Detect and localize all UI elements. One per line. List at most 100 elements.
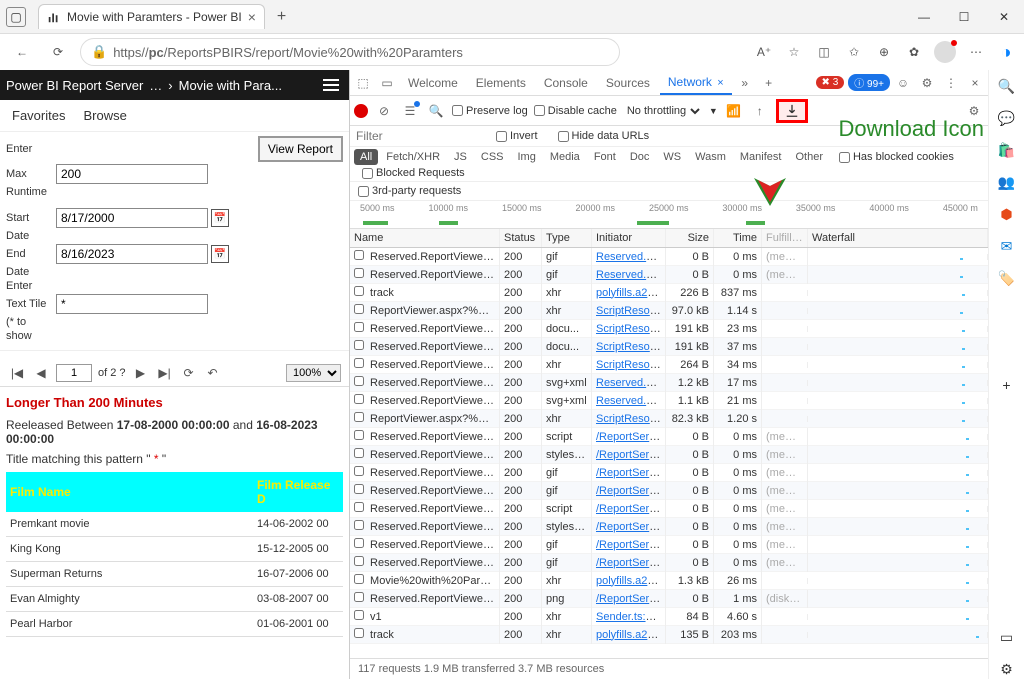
add-sidebar-icon[interactable]: + — [997, 375, 1017, 395]
end-date-input[interactable] — [56, 244, 208, 264]
network-row[interactable]: Reserved.ReportViewerWe... 200 stylesh..… — [350, 446, 988, 464]
max-runtime-input[interactable] — [56, 164, 208, 184]
collapse-icon[interactable]: ▭ — [997, 627, 1017, 647]
col-status[interactable]: Status — [500, 229, 542, 247]
blocked-cookies-checkbox[interactable]: Has blocked cookies — [839, 151, 954, 163]
read-aloud-icon[interactable]: A⁺ — [754, 42, 774, 62]
network-row[interactable]: Movie%20with%20Paramte... 200 xhr polyfi… — [350, 572, 988, 590]
chat-icon[interactable]: 💬 — [997, 108, 1017, 128]
network-row[interactable]: v1 200 xhr Sender.ts:421 84 B 4.60 s — [350, 608, 988, 626]
col-size[interactable]: Size — [666, 229, 714, 247]
type-pill-ws[interactable]: WS — [657, 149, 687, 165]
type-pill-manifest[interactable]: Manifest — [734, 149, 788, 165]
network-row[interactable]: Reserved.ReportViewerWe... 200 docu... S… — [350, 320, 988, 338]
tab-network[interactable]: Network × — [660, 71, 732, 95]
view-report-button[interactable]: View Report — [258, 136, 343, 162]
people-icon[interactable]: 👥 — [997, 172, 1017, 192]
col-initiator[interactable]: Initiator — [592, 229, 666, 247]
search-icon[interactable]: 🔍 — [426, 101, 446, 121]
table-row[interactable]: Premkant movie14-06-2002 00 — [6, 512, 343, 537]
device-icon[interactable]: ▭ — [376, 72, 398, 94]
url-input[interactable]: 🔒 https//pc/ReportsPBIRS/report/Movie%20… — [80, 38, 620, 66]
third-party-checkbox[interactable]: 3rd-party requests — [358, 185, 980, 197]
copilot-icon[interactable]: ◑ — [996, 42, 1016, 62]
last-page-button[interactable]: ▶| — [156, 364, 174, 382]
refresh-button[interactable]: ⟳ — [44, 38, 72, 66]
calendar-icon[interactable]: 📅 — [211, 245, 229, 263]
nav-favorites[interactable]: Favorites — [12, 108, 65, 123]
breadcrumb-current[interactable]: Movie with Para... — [179, 78, 282, 93]
close-icon[interactable]: × — [717, 77, 723, 89]
network-row[interactable]: Reserved.ReportViewerWe... 200 script /R… — [350, 428, 988, 446]
preserve-log-checkbox[interactable]: Preserve log — [452, 105, 528, 117]
calendar-icon[interactable]: 📅 — [211, 209, 229, 227]
network-row[interactable]: track 200 xhr polyfills.a21af... 226 B 8… — [350, 284, 988, 302]
hide-data-urls-checkbox[interactable]: Hide data URLs — [558, 130, 650, 142]
network-row[interactable]: Reserved.ReportViewerWe... 200 stylesh..… — [350, 518, 988, 536]
tab-elements[interactable]: Elements — [468, 72, 534, 94]
add-tab-icon[interactable]: + — [758, 72, 780, 94]
menu-icon[interactable]: ⋯ — [966, 42, 986, 62]
new-tab-button[interactable]: + — [269, 8, 294, 26]
type-pill-wasm[interactable]: Wasm — [689, 149, 732, 165]
type-pill-img[interactable]: Img — [512, 149, 542, 165]
tab-welcome[interactable]: Welcome — [400, 72, 466, 94]
close-icon[interactable]: × — [248, 9, 256, 25]
type-pill-css[interactable]: CSS — [475, 149, 510, 165]
table-row[interactable]: Pearl Harbor01-06-2001 00 — [6, 612, 343, 637]
table-row[interactable]: Evan Almighty03-08-2007 00 — [6, 587, 343, 612]
wifi-icon[interactable]: 📶 — [724, 101, 744, 121]
refresh-report-button[interactable]: ⟳ — [180, 364, 198, 382]
blocked-requests-checkbox[interactable]: Blocked Requests — [362, 167, 465, 179]
back-report-button[interactable]: ↶ — [204, 364, 222, 382]
close-devtools-icon[interactable]: × — [964, 72, 986, 94]
network-timeline[interactable]: 5000 ms10000 ms15000 ms20000 ms25000 ms3… — [350, 201, 988, 229]
minimize-button[interactable]: ― — [904, 2, 944, 32]
invert-checkbox[interactable]: Invert — [496, 130, 538, 142]
type-pill-all[interactable]: All — [354, 149, 378, 165]
server-label[interactable]: Power BI Report Server — [6, 78, 143, 93]
next-page-button[interactable]: ▶ — [132, 364, 150, 382]
network-row[interactable]: Reserved.ReportViewerWe... 200 script /R… — [350, 500, 988, 518]
network-filter-input[interactable] — [356, 129, 476, 143]
network-row[interactable]: Reserved.ReportViewerWe... 200 docu... S… — [350, 338, 988, 356]
network-row[interactable]: Reserved.ReportViewerWe... 200 gif /Repo… — [350, 554, 988, 572]
profile-avatar[interactable] — [934, 41, 956, 63]
error-badge[interactable]: ✖ 3 — [816, 76, 845, 89]
info-badge[interactable]: ⓘ 99+ — [848, 74, 890, 91]
gear-icon[interactable]: ⚙ — [916, 72, 938, 94]
type-pill-other[interactable]: Other — [789, 149, 829, 165]
type-pill-js[interactable]: JS — [448, 149, 473, 165]
chevron-down-icon[interactable]: ▼ — [709, 106, 718, 116]
download-button[interactable] — [776, 99, 808, 123]
browser-tab[interactable]: Movie with Paramters - Power BI × — [38, 4, 265, 29]
close-button[interactable]: ✕ — [984, 2, 1024, 32]
feedback-icon[interactable]: ☺ — [892, 72, 914, 94]
upload-icon[interactable]: ↑ — [750, 101, 770, 121]
type-pill-font[interactable]: Font — [588, 149, 622, 165]
nav-browse[interactable]: Browse — [83, 108, 126, 123]
more-tabs-icon[interactable]: » — [734, 72, 756, 94]
text-tile-input[interactable] — [56, 294, 208, 314]
network-row[interactable]: Reserved.ReportViewerWe... 200 png /Repo… — [350, 590, 988, 608]
extensions-icon[interactable]: ✿ — [904, 42, 924, 62]
network-row[interactable]: Reserved.ReportViewerWe... 200 gif Reser… — [350, 248, 988, 266]
favorites-icon[interactable]: ✩ — [844, 42, 864, 62]
inspect-icon[interactable]: ⬚ — [352, 72, 374, 94]
split-icon[interactable]: ◫ — [814, 42, 834, 62]
outlook-icon[interactable]: ✉ — [997, 236, 1017, 256]
col-name[interactable]: Name — [350, 229, 500, 247]
network-row[interactable]: ReportViewer.aspx?%2fMo... 200 xhr Scrip… — [350, 302, 988, 320]
col-type[interactable]: Type — [542, 229, 592, 247]
type-pill-media[interactable]: Media — [544, 149, 586, 165]
network-row[interactable]: Reserved.ReportViewerWe... 200 gif /Repo… — [350, 464, 988, 482]
network-row[interactable]: Reserved.ReportViewerWe... 200 gif Reser… — [350, 266, 988, 284]
col-waterfall[interactable]: Waterfall — [808, 229, 988, 247]
hamburger-icon[interactable] — [319, 75, 343, 95]
type-pill-fetchxhr[interactable]: Fetch/XHR — [380, 149, 446, 165]
start-date-input[interactable] — [56, 208, 208, 228]
zoom-select[interactable]: 100% — [286, 364, 341, 382]
throttling-select[interactable]: No throttling — [623, 104, 703, 118]
tab-console[interactable]: Console — [536, 72, 596, 94]
tag-icon[interactable]: 🏷️ — [997, 268, 1017, 288]
